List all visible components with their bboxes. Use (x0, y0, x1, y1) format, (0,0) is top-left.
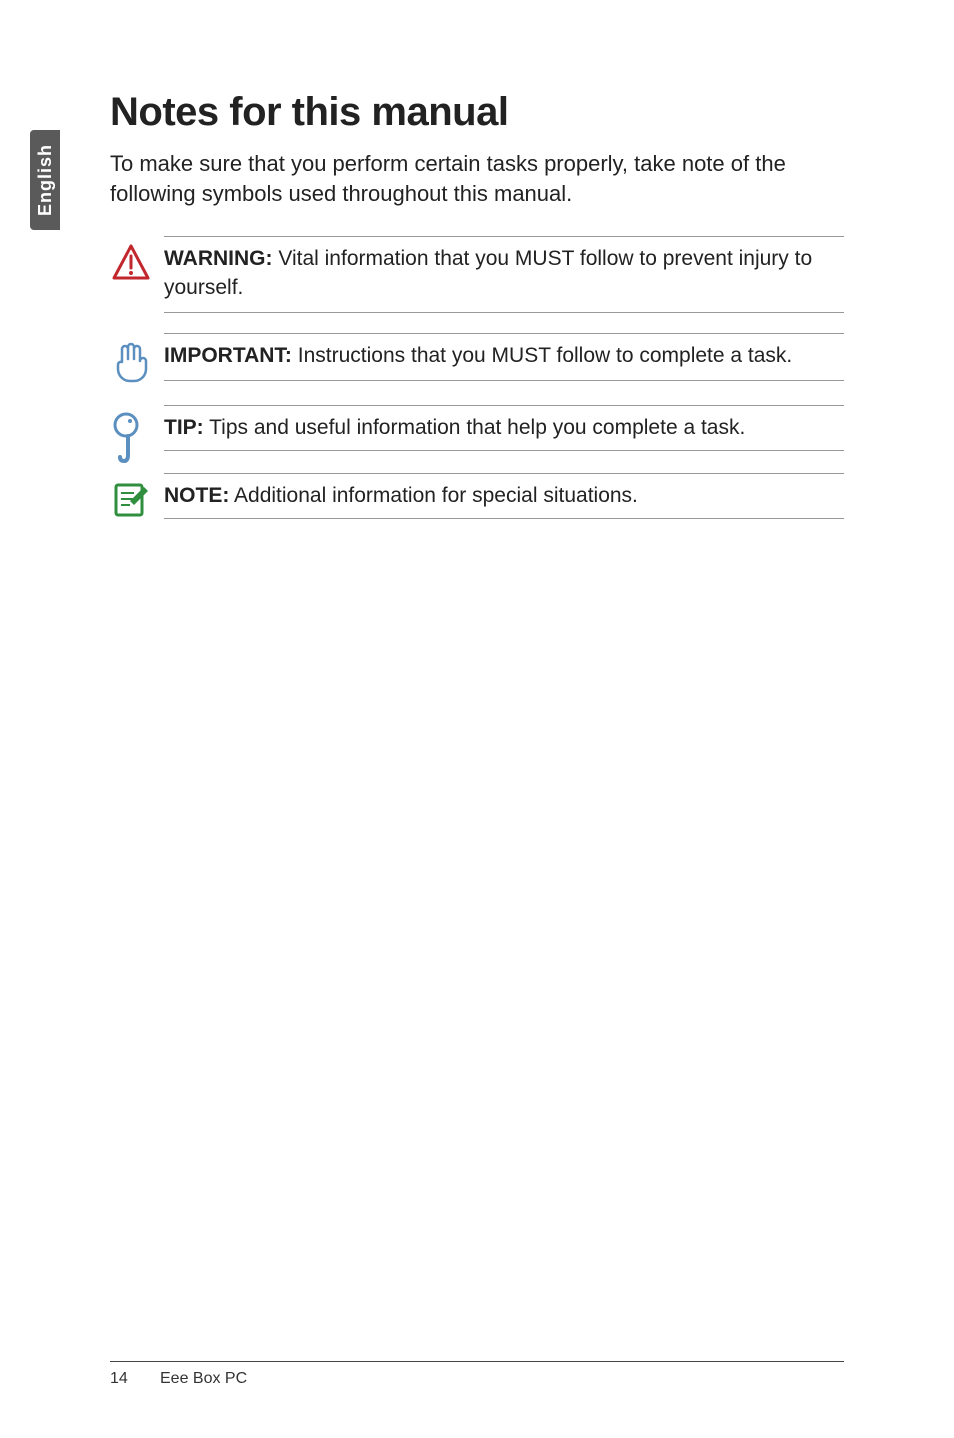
note-warning-body: WARNING: Vital information that you MUST… (164, 236, 844, 313)
intro-paragraph: To make sure that you perform certain ta… (110, 149, 830, 208)
note-note: NOTE: Additional information for special… (110, 473, 844, 521)
page-heading: Notes for this manual (110, 90, 844, 135)
tip-text: Tips and useful information that help yo… (204, 416, 746, 439)
note-important-body: IMPORTANT: Instructions that you MUST fo… (164, 333, 844, 381)
note-text: Additional information for special situa… (229, 484, 638, 507)
note-note-body: NOTE: Additional information for special… (164, 473, 844, 519)
note-tip-body: TIP: Tips and useful information that he… (164, 405, 844, 451)
magnifier-icon (110, 405, 164, 465)
note-tip: TIP: Tips and useful information that he… (110, 405, 844, 465)
notepad-icon (110, 473, 164, 521)
note-warning: WARNING: Vital information that you MUST… (110, 236, 844, 313)
warning-icon (110, 236, 164, 284)
note-label: NOTE: (164, 484, 229, 507)
note-important: IMPORTANT: Instructions that you MUST fo… (110, 333, 844, 385)
page-number: 14 (110, 1370, 140, 1388)
language-side-tab: English (30, 130, 60, 230)
important-label: IMPORTANT: (164, 344, 292, 367)
important-text: Instructions that you MUST follow to com… (292, 344, 792, 367)
tip-label: TIP: (164, 416, 204, 439)
page-container: English Notes for this manual To make su… (0, 0, 954, 1438)
warning-label: WARNING: (164, 247, 273, 270)
hand-icon (110, 333, 164, 385)
page-footer: 14 Eee Box PC (110, 1361, 844, 1388)
language-label: English (35, 144, 56, 216)
footer-title: Eee Box PC (160, 1370, 247, 1388)
